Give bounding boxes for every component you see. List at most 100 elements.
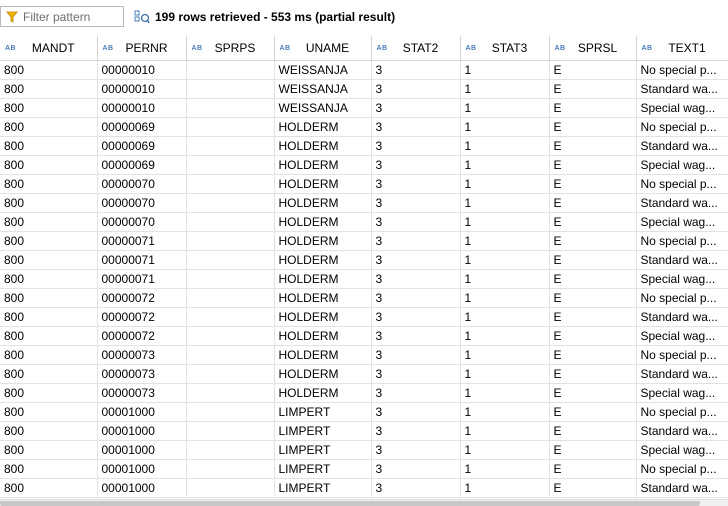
table-cell[interactable]: WEISSANJA [274,60,372,80]
table-cell[interactable]: 3 [371,60,461,80]
table-row[interactable]: 800 00000073 HOLDERM 3 1 E No special p... [0,345,728,365]
table-cell[interactable]: 00001000 [97,421,187,441]
table-cell[interactable] [186,250,275,270]
table-row[interactable]: 800 00000070 HOLDERM 3 1 E Special wag... [0,212,728,232]
table-cell[interactable]: E [549,402,637,422]
table-cell[interactable]: 800 [0,155,98,175]
table-cell[interactable]: 3 [371,307,461,327]
table-cell[interactable]: WEISSANJA [274,79,372,99]
table-row[interactable]: 800 00000071 HOLDERM 3 1 E Standard wa... [0,250,728,270]
table-cell[interactable]: 00000069 [97,155,187,175]
table-cell[interactable]: HOLDERM [274,136,372,156]
table-cell[interactable]: 800 [0,478,98,498]
table-cell[interactable]: No special p... [636,345,728,365]
table-row[interactable]: 800 00000010 WEISSANJA 3 1 E Special wag... [0,98,728,118]
table-cell[interactable]: Standard wa... [636,250,728,270]
table-cell[interactable]: E [549,478,637,498]
table-cell[interactable]: 1 [460,345,550,365]
table-cell[interactable]: 800 [0,231,98,251]
table-cell[interactable]: E [549,326,637,346]
filter-input[interactable]: Filter pattern [0,6,124,27]
table-cell[interactable]: HOLDERM [274,364,372,384]
table-cell[interactable] [186,421,275,441]
table-cell[interactable]: No special p... [636,402,728,422]
table-cell[interactable]: Standard wa... [636,421,728,441]
table-cell[interactable]: 00001000 [97,459,187,479]
table-cell[interactable]: 1 [460,212,550,232]
table-cell[interactable] [186,326,275,346]
table-cell[interactable] [186,212,275,232]
table-cell[interactable]: 3 [371,364,461,384]
table-cell[interactable]: 00000072 [97,326,187,346]
table-cell[interactable] [186,440,275,460]
table-cell[interactable]: E [549,212,637,232]
table-cell[interactable]: 800 [0,402,98,422]
column-header-text1[interactable]: AB TEXT1 [636,36,728,61]
table-cell[interactable]: 00000072 [97,288,187,308]
table-cell[interactable] [186,459,275,479]
table-cell[interactable]: 3 [371,421,461,441]
table-cell[interactable]: 00000071 [97,269,187,289]
table-cell[interactable]: E [549,117,637,137]
table-cell[interactable]: 00000073 [97,364,187,384]
column-header-uname[interactable]: AB UNAME [274,36,372,61]
table-cell[interactable]: E [549,307,637,327]
table-row[interactable]: 800 00001000 LIMPERT 3 1 E No special p... [0,459,728,479]
table-cell[interactable]: E [549,136,637,156]
table-cell[interactable]: LIMPERT [274,440,372,460]
table-cell[interactable]: HOLDERM [274,117,372,137]
table-row[interactable]: 800 00000072 HOLDERM 3 1 E Standard wa... [0,307,728,327]
table-cell[interactable]: E [549,421,637,441]
table-cell[interactable]: HOLDERM [274,383,372,403]
table-cell[interactable]: E [549,459,637,479]
table-cell[interactable]: HOLDERM [274,212,372,232]
table-cell[interactable]: E [549,250,637,270]
table-cell[interactable]: HOLDERM [274,307,372,327]
table-cell[interactable]: Standard wa... [636,79,728,99]
table-cell[interactable]: 00001000 [97,440,187,460]
scrollbar-thumb[interactable] [0,501,700,506]
table-cell[interactable]: No special p... [636,60,728,80]
table-cell[interactable]: 3 [371,136,461,156]
table-cell[interactable]: 3 [371,117,461,137]
table-cell[interactable]: 1 [460,231,550,251]
table-cell[interactable]: 800 [0,440,98,460]
table-cell[interactable] [186,383,275,403]
table-cell[interactable]: 3 [371,193,461,213]
table-cell[interactable]: 00001000 [97,478,187,498]
table-cell[interactable]: 1 [460,478,550,498]
table-cell[interactable] [186,155,275,175]
table-cell[interactable]: 00000070 [97,193,187,213]
table-cell[interactable]: LIMPERT [274,478,372,498]
table-cell[interactable]: E [549,231,637,251]
column-header-sprsl[interactable]: AB SPRSL [549,36,637,61]
horizontal-scrollbar[interactable] [0,499,728,506]
table-cell[interactable]: 00000073 [97,383,187,403]
table-cell[interactable]: 3 [371,212,461,232]
table-cell[interactable]: E [549,98,637,118]
table-cell[interactable]: 00000069 [97,117,187,137]
table-cell[interactable]: HOLDERM [274,288,372,308]
table-cell[interactable]: 800 [0,326,98,346]
table-cell[interactable]: 1 [460,459,550,479]
table-cell[interactable]: 800 [0,193,98,213]
table-cell[interactable]: 800 [0,212,98,232]
table-row[interactable]: 800 00000069 HOLDERM 3 1 E Special wag... [0,155,728,175]
funnel-icon[interactable] [5,10,19,24]
table-cell[interactable]: E [549,345,637,365]
table-row[interactable]: 800 00000073 HOLDERM 3 1 E Special wag... [0,383,728,403]
table-cell[interactable]: 800 [0,307,98,327]
table-cell[interactable]: 1 [460,174,550,194]
table-cell[interactable]: 00000069 [97,136,187,156]
table-cell[interactable]: 00001000 [97,402,187,422]
table-cell[interactable] [186,288,275,308]
table-cell[interactable]: HOLDERM [274,269,372,289]
table-cell[interactable]: 800 [0,250,98,270]
table-cell[interactable]: LIMPERT [274,421,372,441]
table-cell[interactable]: 3 [371,383,461,403]
table-cell[interactable]: 00000073 [97,345,187,365]
column-header-pernr[interactable]: AB PERNR [97,36,187,61]
table-cell[interactable]: 800 [0,459,98,479]
table-cell[interactable] [186,117,275,137]
table-cell[interactable]: 1 [460,117,550,137]
